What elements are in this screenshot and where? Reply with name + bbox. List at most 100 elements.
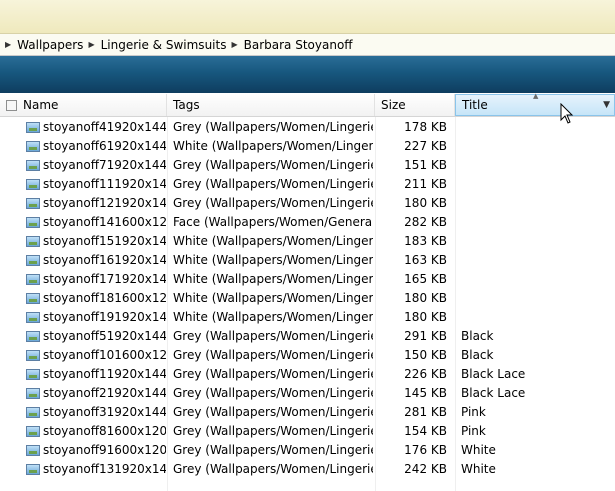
- table-row[interactable]: stoyanoff171920x1440 White (Wallpapers/Wo…: [0, 270, 615, 289]
- table-row[interactable]: stoyanoff91600x1200 Grey (Wallpapers/Wome…: [0, 441, 615, 460]
- column-header-tags[interactable]: Tags: [167, 94, 375, 116]
- table-row[interactable]: stoyanoff121920x1440 Grey (Wallpapers/Wom…: [0, 194, 615, 213]
- file-name-cell[interactable]: stoyanoff21920x1440: [26, 384, 166, 403]
- breadcrumb-item-wallpapers[interactable]: ▶ Wallpapers: [3, 38, 83, 52]
- image-file-icon: [26, 141, 40, 152]
- tags-cell: Grey (Wallpapers/Women/Lingerie): [173, 329, 373, 343]
- title-cell: [461, 251, 611, 270]
- column-header-row: Name Tags Size ▲ Title ▼: [0, 92, 615, 117]
- file-name-cell[interactable]: stoyanoff71920x1440: [26, 156, 166, 175]
- triangle-right-icon[interactable]: ▶: [88, 40, 94, 49]
- file-name-cell[interactable]: stoyanoff81600x1200: [26, 422, 166, 441]
- file-name-cell[interactable]: stoyanoff11920x1440: [26, 365, 166, 384]
- size-cell: 178 KB: [404, 120, 447, 134]
- table-row[interactable]: stoyanoff131920x1440 Grey (Wallpapers/Wom…: [0, 460, 615, 479]
- title-cell: White: [461, 462, 496, 476]
- file-name-cell[interactable]: stoyanoff131920x1440: [26, 460, 166, 479]
- size-cell: 291 KB: [404, 329, 447, 343]
- image-file-icon: [26, 369, 40, 380]
- file-name-cell[interactable]: stoyanoff51920x1440: [26, 327, 166, 346]
- size-cell: 154 KB: [404, 424, 447, 438]
- size-cell: 180 KB: [404, 310, 447, 324]
- file-name-cell[interactable]: stoyanoff91600x1200: [26, 441, 166, 460]
- size-cell: 226 KB: [404, 367, 447, 381]
- file-name: stoyanoff11920x1440: [43, 367, 166, 381]
- chevron-down-icon[interactable]: ▼: [603, 100, 610, 110]
- image-file-icon: [26, 274, 40, 285]
- size-cell: 163 KB: [404, 253, 447, 267]
- image-file-icon: [26, 426, 40, 437]
- table-row[interactable]: stoyanoff61920x1440 White (Wallpapers/Wom…: [0, 137, 615, 156]
- file-name-cell[interactable]: stoyanoff31920x1440: [26, 403, 166, 422]
- table-row[interactable]: stoyanoff101600x1200 Grey (Wallpapers/Wom…: [0, 346, 615, 365]
- column-header-name[interactable]: Name: [0, 94, 167, 116]
- file-name-cell[interactable]: stoyanoff181600x1200: [26, 289, 166, 308]
- table-row[interactable]: stoyanoff41920x1440 Grey (Wallpapers/Wome…: [0, 118, 615, 137]
- tags-cell: White (Wallpapers/Women/Lingerie): [173, 310, 373, 324]
- image-file-icon: [26, 331, 40, 342]
- file-name-cell[interactable]: stoyanoff101600x1200: [26, 346, 166, 365]
- table-row[interactable]: stoyanoff71920x1440 Grey (Wallpapers/Wome…: [0, 156, 615, 175]
- title-cell: Black Lace: [461, 367, 526, 381]
- table-row[interactable]: stoyanoff21920x1440 Grey (Wallpapers/Wome…: [0, 384, 615, 403]
- table-row[interactable]: stoyanoff51920x1440 Grey (Wallpapers/Wome…: [0, 327, 615, 346]
- table-row[interactable]: stoyanoff81600x1200 Grey (Wallpapers/Wome…: [0, 422, 615, 441]
- table-row[interactable]: stoyanoff141600x1200 Face (Wallpapers/Wom…: [0, 213, 615, 232]
- file-name-cell[interactable]: stoyanoff111920x1440: [26, 175, 166, 194]
- select-all-checkbox[interactable]: [6, 99, 17, 111]
- size-cell: 151 KB: [404, 158, 447, 172]
- title-cell: [461, 194, 611, 213]
- column-header-title[interactable]: ▲ Title ▼: [455, 92, 615, 116]
- table-row[interactable]: stoyanoff191920x1440 White (Wallpapers/Wo…: [0, 308, 615, 327]
- title-cell: [461, 213, 611, 232]
- breadcrumb-label[interactable]: Wallpapers: [17, 38, 83, 52]
- file-name: stoyanoff121920x1440: [43, 196, 166, 210]
- size-cell: 180 KB: [404, 291, 447, 305]
- table-row[interactable]: stoyanoff151920x1440 White (Wallpapers/Wo…: [0, 232, 615, 251]
- table-row[interactable]: stoyanoff111920x1440 Grey (Wallpapers/Wom…: [0, 175, 615, 194]
- size-cell: 211 KB: [404, 177, 447, 191]
- size-cell: 242 KB: [404, 462, 447, 476]
- tags-cell: Face (Wallpapers/Women/General): [173, 215, 373, 229]
- column-header-label: Tags: [173, 98, 200, 112]
- breadcrumb-item-lingerie-swimsuits[interactable]: ▶ Lingerie & Swimsuits: [86, 38, 226, 52]
- file-name-cell[interactable]: stoyanoff61920x1440: [26, 137, 166, 156]
- column-header-size[interactable]: Size: [375, 94, 455, 116]
- table-row[interactable]: stoyanoff181600x1200 White (Wallpapers/Wo…: [0, 289, 615, 308]
- mouse-cursor-icon: [560, 103, 574, 124]
- file-name: stoyanoff101600x1200: [43, 348, 166, 362]
- tags-cell: Grey (Wallpapers/Women/Lingerie): [173, 348, 373, 362]
- breadcrumb-item-barbara-stoyanoff[interactable]: ▶ Barbara Stoyanoff: [229, 38, 352, 52]
- breadcrumb[interactable]: ▶ Wallpapers ▶ Lingerie & Swimsuits ▶ Ba…: [0, 34, 615, 56]
- triangle-right-icon[interactable]: ▶: [231, 40, 237, 49]
- file-name: stoyanoff61920x1440: [43, 139, 166, 153]
- toolbar-band: [0, 56, 615, 93]
- file-name-cell[interactable]: stoyanoff161920x1440: [26, 251, 166, 270]
- file-name: stoyanoff111920x1440: [43, 177, 166, 191]
- file-name: stoyanoff21920x1440: [43, 386, 166, 400]
- file-name-cell[interactable]: stoyanoff121920x1440: [26, 194, 166, 213]
- title-cell: [461, 137, 611, 156]
- file-name-cell[interactable]: stoyanoff41920x1440: [26, 118, 166, 137]
- tags-cell: Grey (Wallpapers/Women/Lingerie): [173, 177, 373, 191]
- image-file-icon: [26, 388, 40, 399]
- breadcrumb-label[interactable]: Lingerie & Swimsuits: [101, 38, 227, 52]
- table-row[interactable]: stoyanoff161920x1440 White (Wallpapers/Wo…: [0, 251, 615, 270]
- breadcrumb-label[interactable]: Barbara Stoyanoff: [244, 38, 353, 52]
- size-cell: 227 KB: [404, 139, 447, 153]
- file-name-cell[interactable]: stoyanoff141600x1200: [26, 213, 166, 232]
- image-file-icon: [26, 464, 40, 475]
- image-file-icon: [26, 407, 40, 418]
- title-cell: White: [461, 443, 496, 457]
- file-name-cell[interactable]: stoyanoff191920x1440: [26, 308, 166, 327]
- table-row[interactable]: stoyanoff11920x1440 Grey (Wallpapers/Wome…: [0, 365, 615, 384]
- size-cell: 180 KB: [404, 196, 447, 210]
- file-name-cell[interactable]: stoyanoff171920x1440: [26, 270, 166, 289]
- table-row[interactable]: stoyanoff31920x1440 Grey (Wallpapers/Wome…: [0, 403, 615, 422]
- image-file-icon: [26, 179, 40, 190]
- file-name: stoyanoff191920x1440: [43, 310, 166, 324]
- file-name: stoyanoff151920x1440: [43, 234, 166, 248]
- sort-up-icon: ▲: [533, 92, 539, 100]
- file-name-cell[interactable]: stoyanoff151920x1440: [26, 232, 166, 251]
- title-cell: [461, 118, 611, 137]
